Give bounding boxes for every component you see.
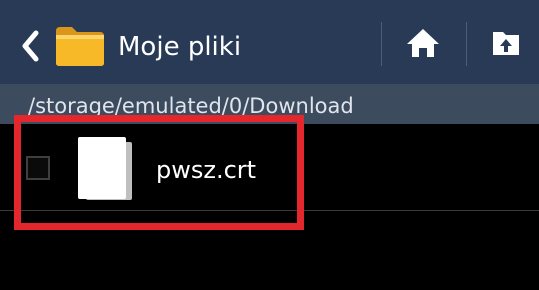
toolbar-divider bbox=[381, 22, 382, 66]
highlight-annotation bbox=[14, 115, 304, 230]
chevron-left-icon[interactable] bbox=[17, 27, 45, 65]
home-button[interactable] bbox=[392, 12, 456, 76]
folder-up-button[interactable] bbox=[475, 12, 539, 76]
folder-up-icon bbox=[493, 32, 519, 55]
app-title: Moje pliki bbox=[118, 32, 242, 62]
toolbar-divider bbox=[466, 22, 467, 66]
action-bar: Moje pliki bbox=[0, 0, 539, 84]
home-icon bbox=[407, 29, 439, 57]
folder-icon bbox=[54, 23, 106, 67]
